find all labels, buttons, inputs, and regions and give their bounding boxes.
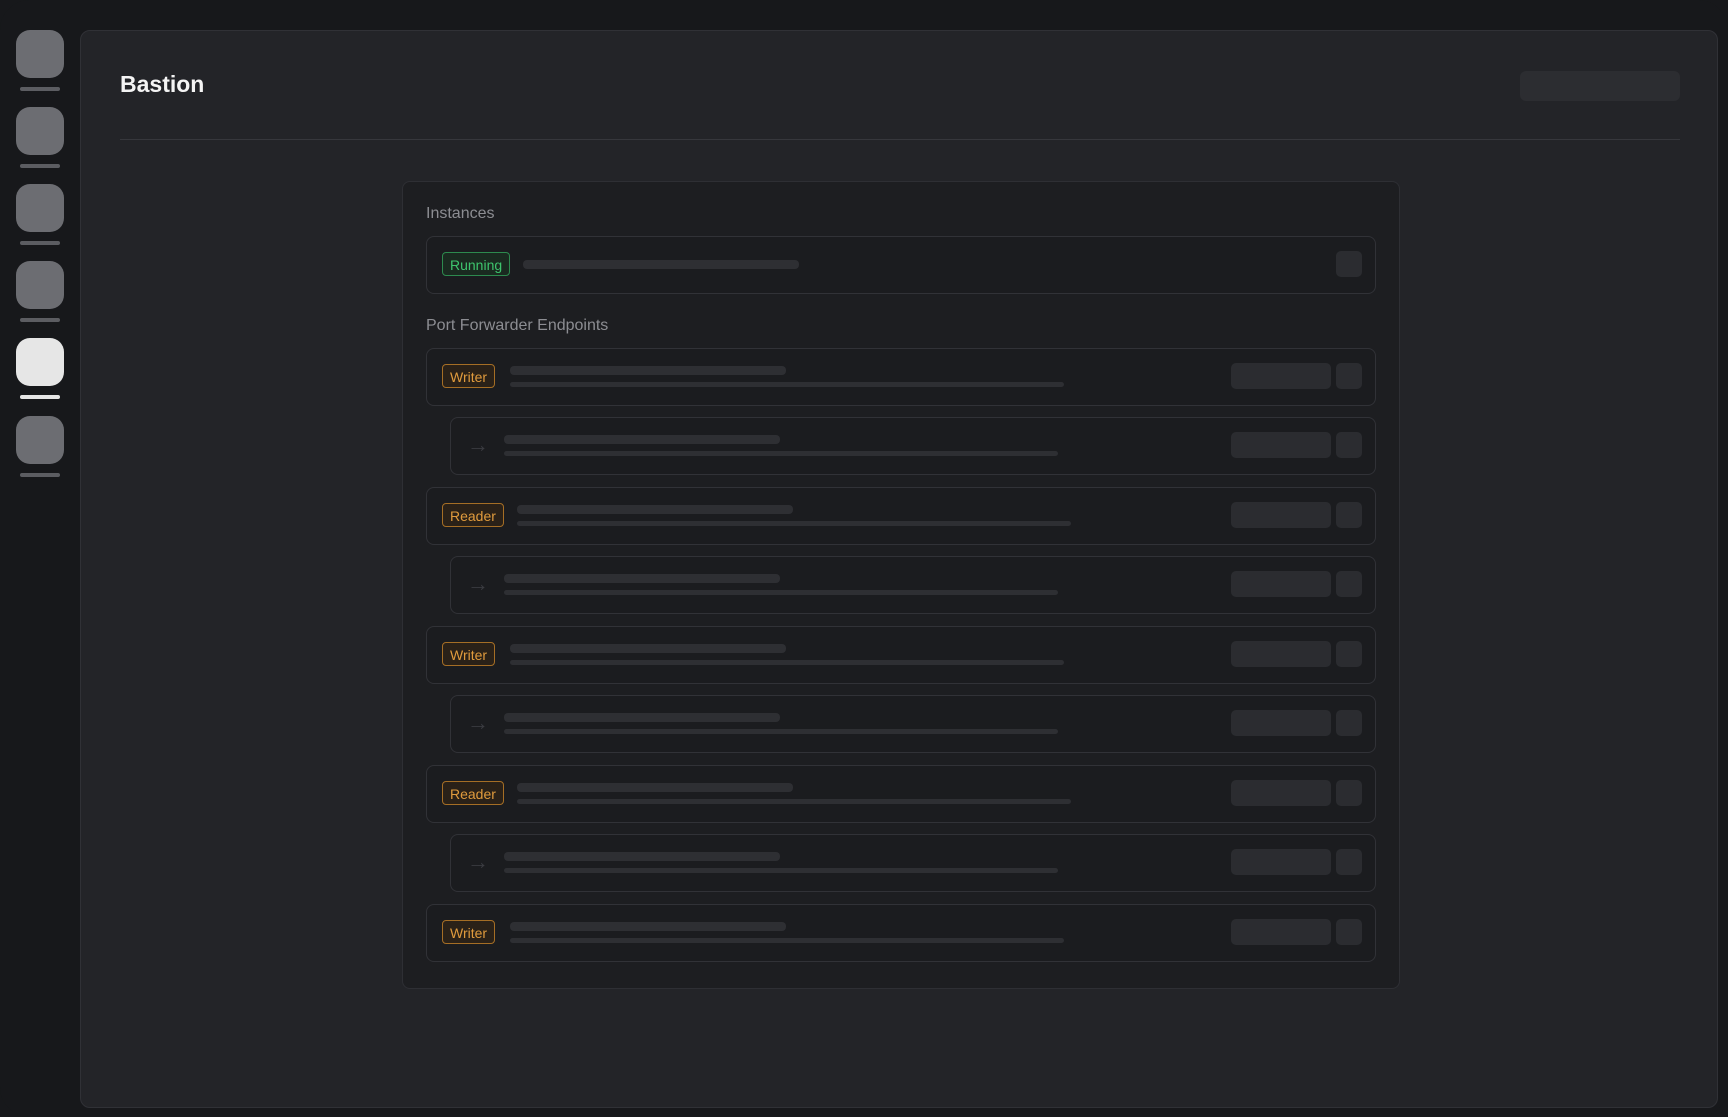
- target-action-button[interactable]: [1231, 571, 1331, 597]
- endpoint-detail-placeholder: [510, 382, 1064, 387]
- target-detail-placeholder: [504, 451, 1058, 456]
- target-menu-button[interactable]: [1336, 432, 1362, 458]
- endpoint-detail-placeholder: [510, 938, 1064, 943]
- endpoint-menu-button[interactable]: [1336, 641, 1362, 667]
- target-action-button[interactable]: [1231, 849, 1331, 875]
- endpoint-action-button[interactable]: [1231, 363, 1331, 389]
- target-action-button[interactable]: [1231, 710, 1331, 736]
- target-name-placeholder: [504, 435, 780, 444]
- endpoint-action-button[interactable]: [1231, 780, 1331, 806]
- nav-icon: [16, 107, 64, 155]
- instance-name-placeholder: [523, 260, 799, 269]
- nav-indicator: [20, 318, 60, 322]
- endpoint-name-placeholder: [517, 505, 793, 514]
- target-name-placeholder: [504, 713, 780, 722]
- endpoint-row[interactable]: Reader: [426, 487, 1376, 545]
- endpoint-target-row[interactable]: →: [450, 695, 1376, 753]
- nav-indicator: [20, 473, 60, 477]
- main-panel: Bastion Instances Running Port Forwarder…: [80, 30, 1718, 1108]
- target-menu-button[interactable]: [1336, 571, 1362, 597]
- arrow-right-icon: →: [467, 710, 489, 735]
- nav-icon: [16, 184, 64, 232]
- instance-row[interactable]: Running: [426, 236, 1376, 294]
- role-badge: Reader: [442, 503, 504, 527]
- page-title: Bastion: [120, 71, 205, 97]
- app-frame: Bastion Instances Running Port Forwarder…: [0, 0, 1728, 1117]
- endpoint-menu-button[interactable]: [1336, 502, 1362, 528]
- target-detail-placeholder: [504, 868, 1058, 873]
- header-action-button[interactable]: [1520, 71, 1680, 101]
- status-badge: Running: [442, 252, 511, 276]
- endpoint-action-button[interactable]: [1231, 919, 1331, 945]
- sidebar-item-3[interactable]: [16, 184, 64, 250]
- bastion-card: Instances Running Port Forwarder Endpoin…: [402, 181, 1400, 989]
- endpoint-name-placeholder: [510, 922, 786, 931]
- nav-indicator: [20, 164, 60, 168]
- role-badge: Writer: [442, 364, 496, 388]
- endpoint-menu-button[interactable]: [1336, 780, 1362, 806]
- target-name-placeholder: [504, 574, 780, 583]
- endpoint-action-button[interactable]: [1231, 641, 1331, 667]
- endpoint-name-placeholder: [510, 366, 786, 375]
- endpoint-detail-placeholder: [517, 799, 1071, 804]
- sidebar-item-6[interactable]: [16, 416, 64, 482]
- sidebar: [0, 0, 80, 1117]
- header-divider: [120, 139, 1680, 140]
- endpoint-menu-button[interactable]: [1336, 919, 1362, 945]
- endpoint-action-button[interactable]: [1231, 502, 1331, 528]
- sidebar-item-4[interactable]: [16, 261, 64, 327]
- endpoint-row[interactable]: Writer: [426, 626, 1376, 684]
- sidebar-item-1[interactable]: [16, 30, 64, 96]
- arrow-right-icon: →: [467, 571, 489, 596]
- arrow-right-icon: →: [467, 849, 489, 874]
- nav-icon: [16, 338, 64, 386]
- target-detail-placeholder: [504, 729, 1058, 734]
- endpoint-name-placeholder: [517, 783, 793, 792]
- endpoint-row[interactable]: Writer: [426, 348, 1376, 406]
- endpoint-target-row[interactable]: →: [450, 834, 1376, 892]
- endpoint-row[interactable]: Reader: [426, 765, 1376, 823]
- nav-indicator: [20, 241, 60, 245]
- endpoint-detail-placeholder: [510, 660, 1064, 665]
- target-action-button[interactable]: [1231, 432, 1331, 458]
- nav-indicator: [20, 395, 60, 399]
- arrow-right-icon: →: [467, 432, 489, 457]
- endpoint-target-row[interactable]: →: [450, 556, 1376, 614]
- endpoint-name-placeholder: [510, 644, 786, 653]
- nav-icon: [16, 261, 64, 309]
- target-menu-button[interactable]: [1336, 710, 1362, 736]
- target-menu-button[interactable]: [1336, 849, 1362, 875]
- instance-menu-button[interactable]: [1336, 251, 1362, 277]
- sidebar-item-2[interactable]: [16, 107, 64, 173]
- endpoint-menu-button[interactable]: [1336, 363, 1362, 389]
- target-name-placeholder: [504, 852, 780, 861]
- sidebar-item-5-active[interactable]: [16, 338, 64, 404]
- endpoint-detail-placeholder: [517, 521, 1071, 526]
- role-badge: Writer: [442, 920, 496, 944]
- instances-label: Instances: [426, 205, 495, 222]
- role-badge: Writer: [442, 642, 496, 666]
- nav-indicator: [20, 87, 60, 91]
- nav-icon: [16, 30, 64, 78]
- endpoints-label: Port Forwarder Endpoints: [426, 317, 609, 334]
- endpoint-target-row[interactable]: →: [450, 417, 1376, 475]
- role-badge: Reader: [442, 781, 504, 805]
- nav-icon: [16, 416, 64, 464]
- endpoint-row[interactable]: Writer: [426, 904, 1376, 962]
- target-detail-placeholder: [504, 590, 1058, 595]
